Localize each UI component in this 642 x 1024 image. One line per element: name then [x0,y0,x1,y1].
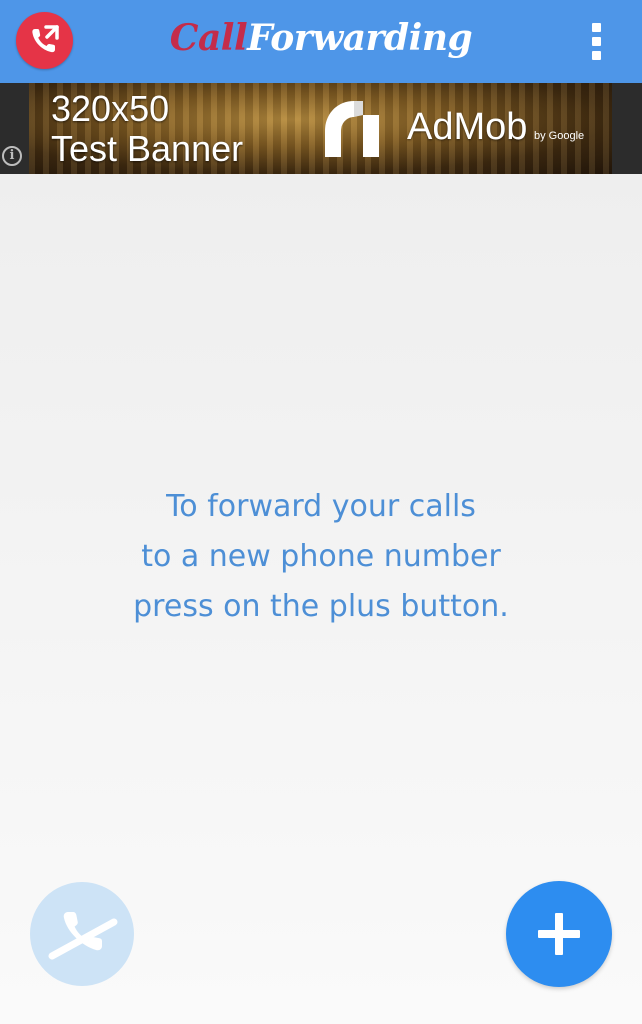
plus-icon [538,913,580,955]
menu-dot [592,23,601,32]
app-title-call: Call [169,17,248,59]
phone-disabled-icon [48,912,118,960]
info-icon[interactable]: i [2,146,22,166]
call-forward-toggle-button[interactable] [30,882,134,986]
menu-dot [592,51,601,60]
empty-state-line: press on the plus button. [133,589,509,624]
admob-logo-icon [325,101,379,157]
ad-banner[interactable]: 320x50 Test Banner AdMob by Google [29,83,612,174]
ad-label-text: Test Banner [51,128,244,169]
add-forwarding-button[interactable] [506,881,612,987]
empty-state-line: To forward your calls [166,489,476,524]
app-title: CallForwarding [0,14,642,62]
overflow-menu-icon[interactable] [582,16,612,66]
menu-dot [592,37,601,46]
empty-state-line: to a new phone number [141,539,501,574]
app-title-forwarding: Forwarding [247,17,473,59]
ad-size-text: 320x50 [51,88,170,129]
app-bar: CallForwarding [0,0,642,83]
empty-state-message: To forward your calls to a new phone num… [0,482,642,632]
ad-brand-text: AdMob [407,106,528,148]
ad-byline-text: by Google [534,130,585,142]
